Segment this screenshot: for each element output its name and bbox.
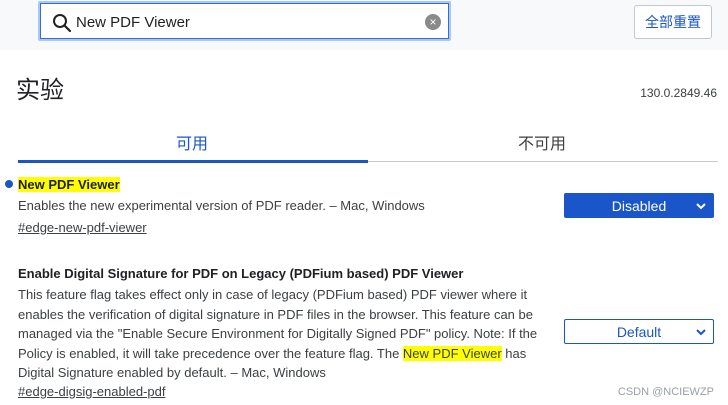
description-line: enables the verification of digital sign… xyxy=(18,306,533,322)
description-text: Policy is enabled, it will take preceden… xyxy=(18,345,403,361)
modified-indicator-dot xyxy=(5,180,13,188)
select-value: Default xyxy=(616,323,662,340)
version-label: 130.0.2849.46 xyxy=(640,86,717,100)
experiment-state-select[interactable]: Disabled xyxy=(564,193,714,218)
experiment-description: This feature flag takes effect only in c… xyxy=(18,285,538,383)
clear-search-icon[interactable]: × xyxy=(425,14,441,30)
search-highlight: New PDF Viewer xyxy=(402,345,502,361)
description-line: managed via the "Enable Secure Environme… xyxy=(18,326,538,341)
search-icon xyxy=(53,14,72,33)
experiment-title: New PDF Viewer xyxy=(18,177,120,192)
chevron-down-icon xyxy=(696,329,706,336)
select-value: Disabled xyxy=(611,197,667,214)
description-text: has xyxy=(501,345,527,361)
experiment-state-select[interactable]: Default xyxy=(564,319,714,344)
experiment-description: Enables the new experimental version of … xyxy=(18,198,425,213)
search-input[interactable] xyxy=(76,9,416,35)
tab-unavailable[interactable]: 不可用 xyxy=(518,130,566,154)
search-highlight: New PDF Viewer xyxy=(18,177,120,192)
tab-available[interactable]: 可用 xyxy=(176,130,208,154)
reset-all-button[interactable]: 全部重置 xyxy=(634,5,712,39)
experiment-link[interactable]: #edge-digsig-enabled-pdf xyxy=(18,384,165,399)
active-tab-indicator xyxy=(18,160,368,163)
experiment-title: Enable Digital Signature for PDF on Lega… xyxy=(18,266,464,281)
experiment-link[interactable]: #edge-new-pdf-viewer xyxy=(18,220,147,235)
chevron-down-icon xyxy=(696,203,706,210)
search-box[interactable]: × xyxy=(38,1,451,41)
watermark: CSDN @NCIEWZP xyxy=(617,386,714,398)
page-title: 实验 xyxy=(16,76,64,104)
description-line: This feature flag takes effect only in c… xyxy=(18,287,528,302)
description-line: Policy is enabled, it will take preceden… xyxy=(18,344,538,364)
description-line: Digital Signature enabled by default. – … xyxy=(18,365,326,380)
